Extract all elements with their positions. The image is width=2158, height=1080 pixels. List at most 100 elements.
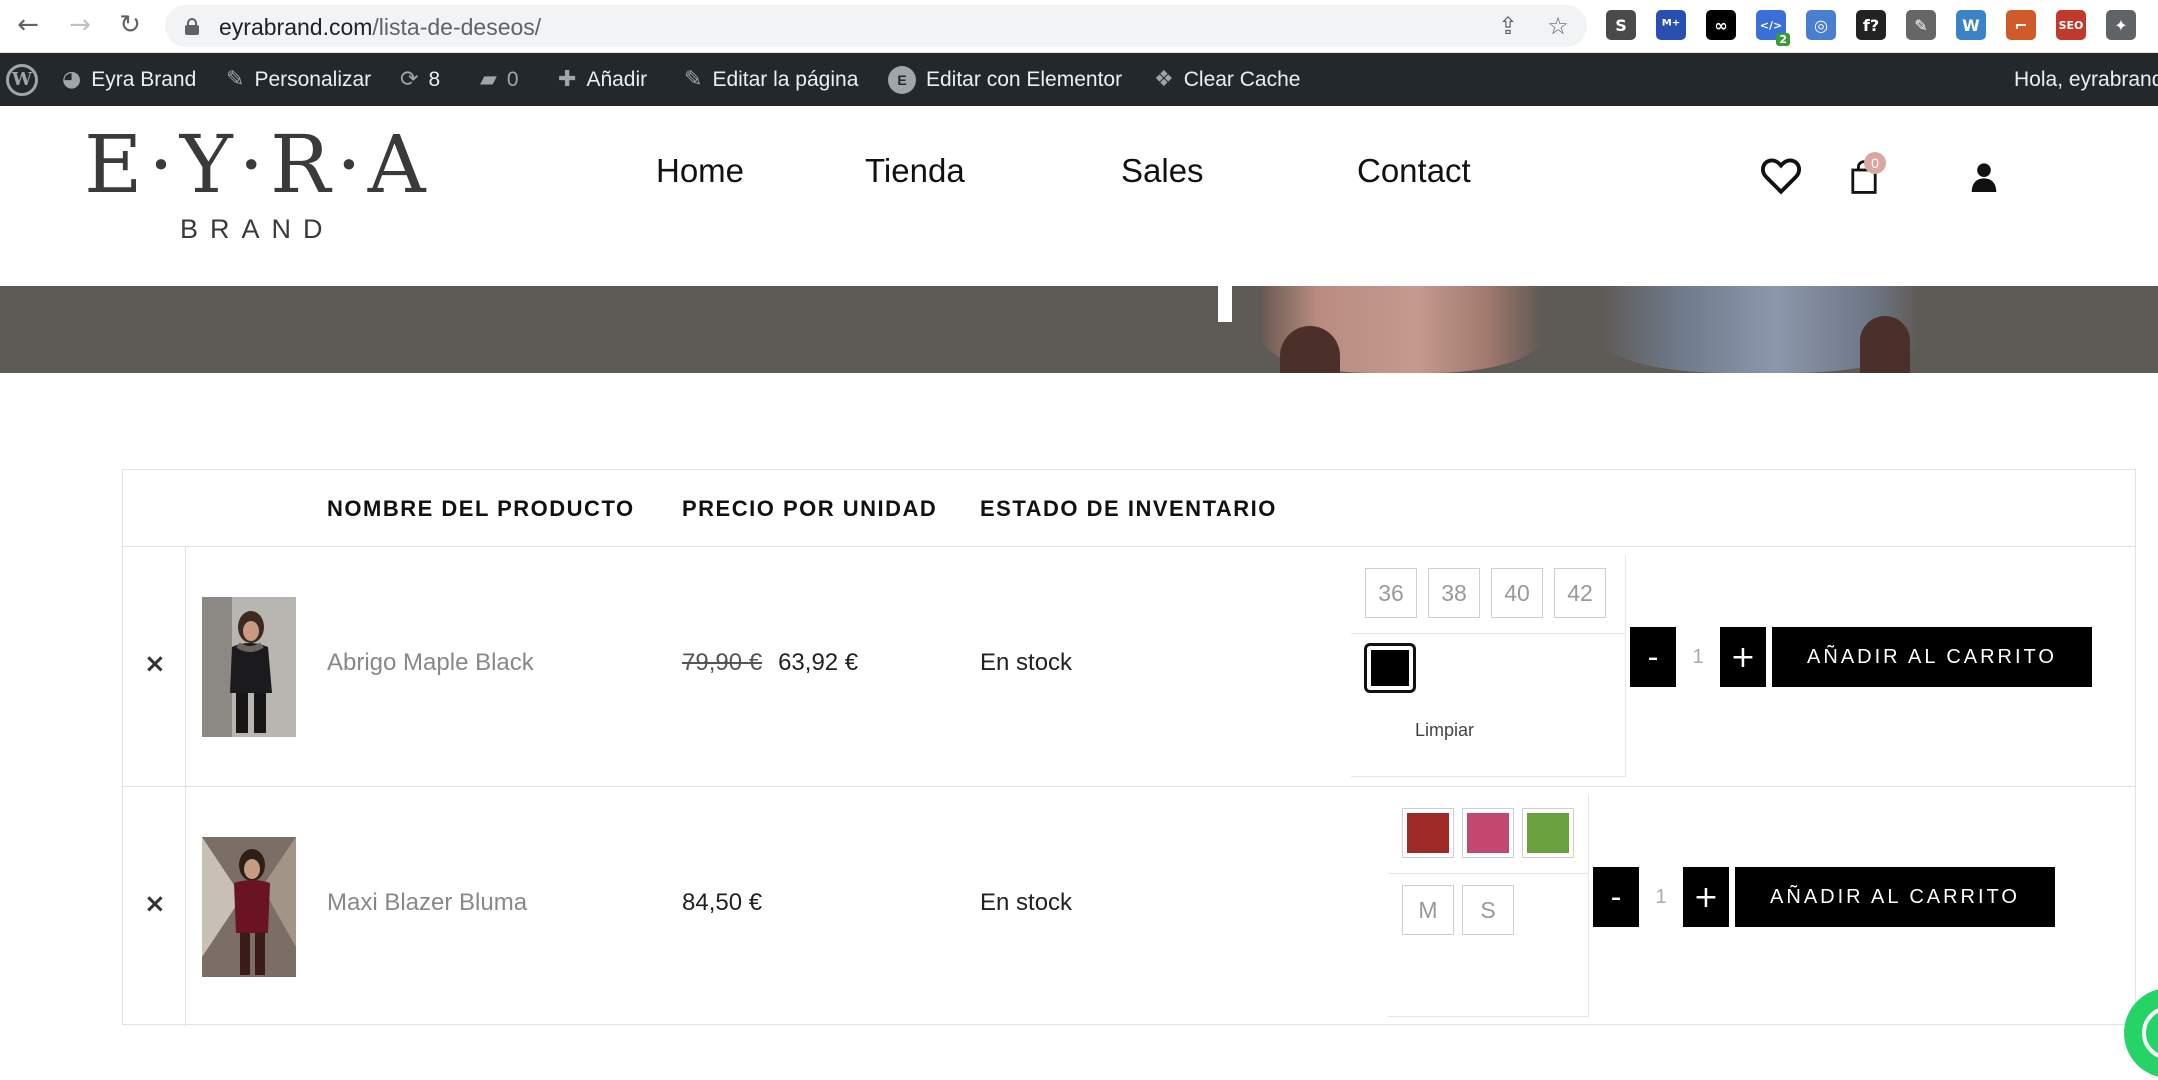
- color-swatch-red[interactable]: [1402, 808, 1454, 858]
- variation-selector: 36 38 40 42 Limpiar: [1351, 555, 1626, 777]
- updates-link[interactable]: ⟳ 8: [400, 53, 440, 106]
- edit-elementor-link[interactable]: E Editar con Elementor: [888, 53, 1122, 106]
- greeting-label: Hola, eyrabrand: [2014, 67, 2158, 91]
- wordpress-logo-icon: W: [6, 63, 38, 96]
- seo-extension-icon[interactable]: SEO: [2056, 10, 2086, 40]
- column-header-product-name: NOMBRE DEL PRODUCTO: [327, 496, 635, 521]
- infinity-extension-icon[interactable]: ∞: [1706, 10, 1736, 40]
- column-divider: [185, 547, 186, 786]
- size-swatch-36[interactable]: 36: [1365, 568, 1417, 618]
- variation-divider: [1388, 873, 1589, 874]
- menu-item-contact[interactable]: Contact: [1357, 152, 1471, 190]
- lock-icon: [185, 18, 199, 35]
- product-name-link[interactable]: Maxi Blazer Bluma: [327, 889, 527, 917]
- edit-elementor-label: Editar con Elementor: [926, 67, 1123, 91]
- add-new-label: Añadir: [586, 67, 648, 91]
- cheetah-icon: ❖: [1154, 67, 1174, 92]
- variation-divider: [1351, 633, 1626, 634]
- page-root: ← → ↻ eyrabrand.com/lista-de-deseos/ ⇪ ☆…: [0, 0, 2158, 1080]
- spiral-extension-icon[interactable]: ◎: [1806, 10, 1836, 40]
- wishlist-table: NOMBRE DEL PRODUCTO PRECIO POR UNIDAD ES…: [122, 469, 2136, 1027]
- table-row: × Maxi Blazer Bluma 84,50 € En stock M S…: [123, 787, 2135, 1027]
- dropper-extension-icon[interactable]: ✎: [1906, 10, 1936, 40]
- edit-page-label: Editar la página: [712, 67, 859, 91]
- browser-toolbar: ← → ↻ eyrabrand.com/lista-de-deseos/ ⇪ ☆…: [0, 0, 2158, 53]
- edit-page-link[interactable]: ✎ Editar la página: [684, 53, 858, 106]
- menu-item-sales[interactable]: Sales: [1121, 152, 1204, 190]
- code-extension-icon[interactable]: </> 2: [1756, 10, 1790, 46]
- site-name-label: Eyra Brand: [91, 67, 197, 91]
- sale-price: 63,92 €: [778, 649, 859, 676]
- quantity-input[interactable]: 1: [1678, 627, 1718, 687]
- url-host: eyrabrand.com: [219, 14, 373, 40]
- ruler-extension-icon[interactable]: ⌐: [2006, 10, 2036, 40]
- customize-link[interactable]: ✎ Personalizar: [226, 53, 371, 106]
- wp-logo-menu[interactable]: W: [6, 53, 38, 106]
- brush-icon: ✎: [226, 67, 245, 92]
- quantity-input[interactable]: 1: [1641, 867, 1681, 927]
- menu-item-home[interactable]: Home: [656, 152, 744, 190]
- original-price: 79,90 €: [682, 649, 763, 676]
- updates-icon: ⟳: [400, 67, 419, 92]
- account-user-icon[interactable]: [1970, 162, 1998, 192]
- forward-arrow-icon[interactable]: →: [66, 10, 94, 40]
- wordpress-extension-icon[interactable]: W: [1956, 10, 1986, 40]
- column-header-stock-status: ESTADO DE INVENTARIO: [980, 496, 1277, 521]
- column-header-unit-price: PRECIO POR UNIDAD: [682, 496, 938, 521]
- stock-status: En stock: [980, 889, 1073, 916]
- remove-item-icon[interactable]: ×: [144, 889, 166, 919]
- size-swatch-40[interactable]: 40: [1491, 568, 1543, 618]
- reload-icon[interactable]: ↻: [116, 10, 144, 40]
- product-thumbnail[interactable]: [202, 597, 296, 737]
- quantity-decrease-button[interactable]: -: [1593, 867, 1639, 927]
- m-extension-icon[interactable]: ᴹ⁺: [1656, 10, 1686, 40]
- menu-item-tienda[interactable]: Tienda: [865, 152, 965, 190]
- s-extension-icon[interactable]: S: [1606, 10, 1636, 40]
- url-text[interactable]: eyrabrand.com/lista-de-deseos/: [219, 14, 541, 41]
- account-menu[interactable]: Hola, eyrabrand: [2014, 53, 2158, 106]
- quantity-increase-button[interactable]: +: [1720, 627, 1766, 687]
- quantity-decrease-button[interactable]: -: [1630, 627, 1676, 687]
- product-name-link[interactable]: Abrigo Maple Black: [327, 649, 534, 677]
- color-swatch-pink[interactable]: [1462, 808, 1514, 858]
- size-swatch-m[interactable]: M: [1402, 885, 1454, 935]
- clear-cache-link[interactable]: ❖ Clear Cache: [1154, 53, 1300, 106]
- site-header: E·Y·R·A BRAND Home Tienda Sales Contact: [0, 106, 2158, 286]
- comments-count: 0: [506, 67, 519, 91]
- banner-title-fragment: [1218, 286, 1232, 322]
- color-swatch-black[interactable]: [1364, 643, 1416, 693]
- size-swatch-42[interactable]: 42: [1554, 568, 1606, 618]
- product-price: 84,50 €: [682, 889, 763, 916]
- size-swatch-38[interactable]: 38: [1428, 568, 1480, 618]
- puzzle-extension-icon[interactable]: ✦: [2106, 10, 2136, 40]
- comment-icon: ▰: [480, 67, 497, 92]
- clear-cache-label: Clear Cache: [1183, 67, 1301, 91]
- clear-selection-link[interactable]: Limpiar: [1415, 720, 1474, 741]
- column-divider: [185, 787, 186, 1027]
- quantity-increase-button[interactable]: +: [1683, 867, 1729, 927]
- add-to-cart-button[interactable]: AÑADIR AL CARRITO: [1772, 627, 2092, 687]
- add-to-cart-button[interactable]: AÑADIR AL CARRITO: [1735, 867, 2055, 927]
- product-thumbnail[interactable]: [202, 837, 296, 977]
- bookmark-star-icon[interactable]: ☆: [1545, 12, 1571, 40]
- wishlist-table-header: NOMBRE DEL PRODUCTO PRECIO POR UNIDAD ES…: [123, 470, 2135, 547]
- address-bar[interactable]: eyrabrand.com/lista-de-deseos/ ⇪ ☆: [165, 5, 1587, 47]
- comments-link[interactable]: ▰ 0: [480, 53, 519, 106]
- elementor-icon: E: [888, 65, 916, 94]
- share-icon[interactable]: ⇪: [1495, 12, 1521, 40]
- pencil-icon: ✎: [684, 67, 703, 92]
- back-arrow-icon[interactable]: ←: [14, 10, 42, 40]
- add-new-menu[interactable]: ✚ Añadir: [558, 53, 647, 106]
- color-swatch-green[interactable]: [1522, 808, 1574, 858]
- logo-wordmark[interactable]: E·Y·R·A: [84, 118, 432, 211]
- extension-badge: 2: [1776, 33, 1790, 46]
- size-swatch-s[interactable]: S: [1462, 885, 1514, 935]
- cart-count-badge: 0: [1864, 152, 1886, 174]
- remove-item-icon[interactable]: ×: [144, 649, 166, 679]
- customize-label: Personalizar: [254, 67, 372, 91]
- wishlist-heart-icon[interactable]: [1760, 156, 1802, 196]
- font-extension-icon[interactable]: f?: [1856, 10, 1886, 40]
- site-name-menu[interactable]: ◕ Eyra Brand: [62, 53, 196, 106]
- updates-count: 8: [428, 67, 441, 91]
- product-price: 79,90 € 63,92 €: [682, 649, 858, 677]
